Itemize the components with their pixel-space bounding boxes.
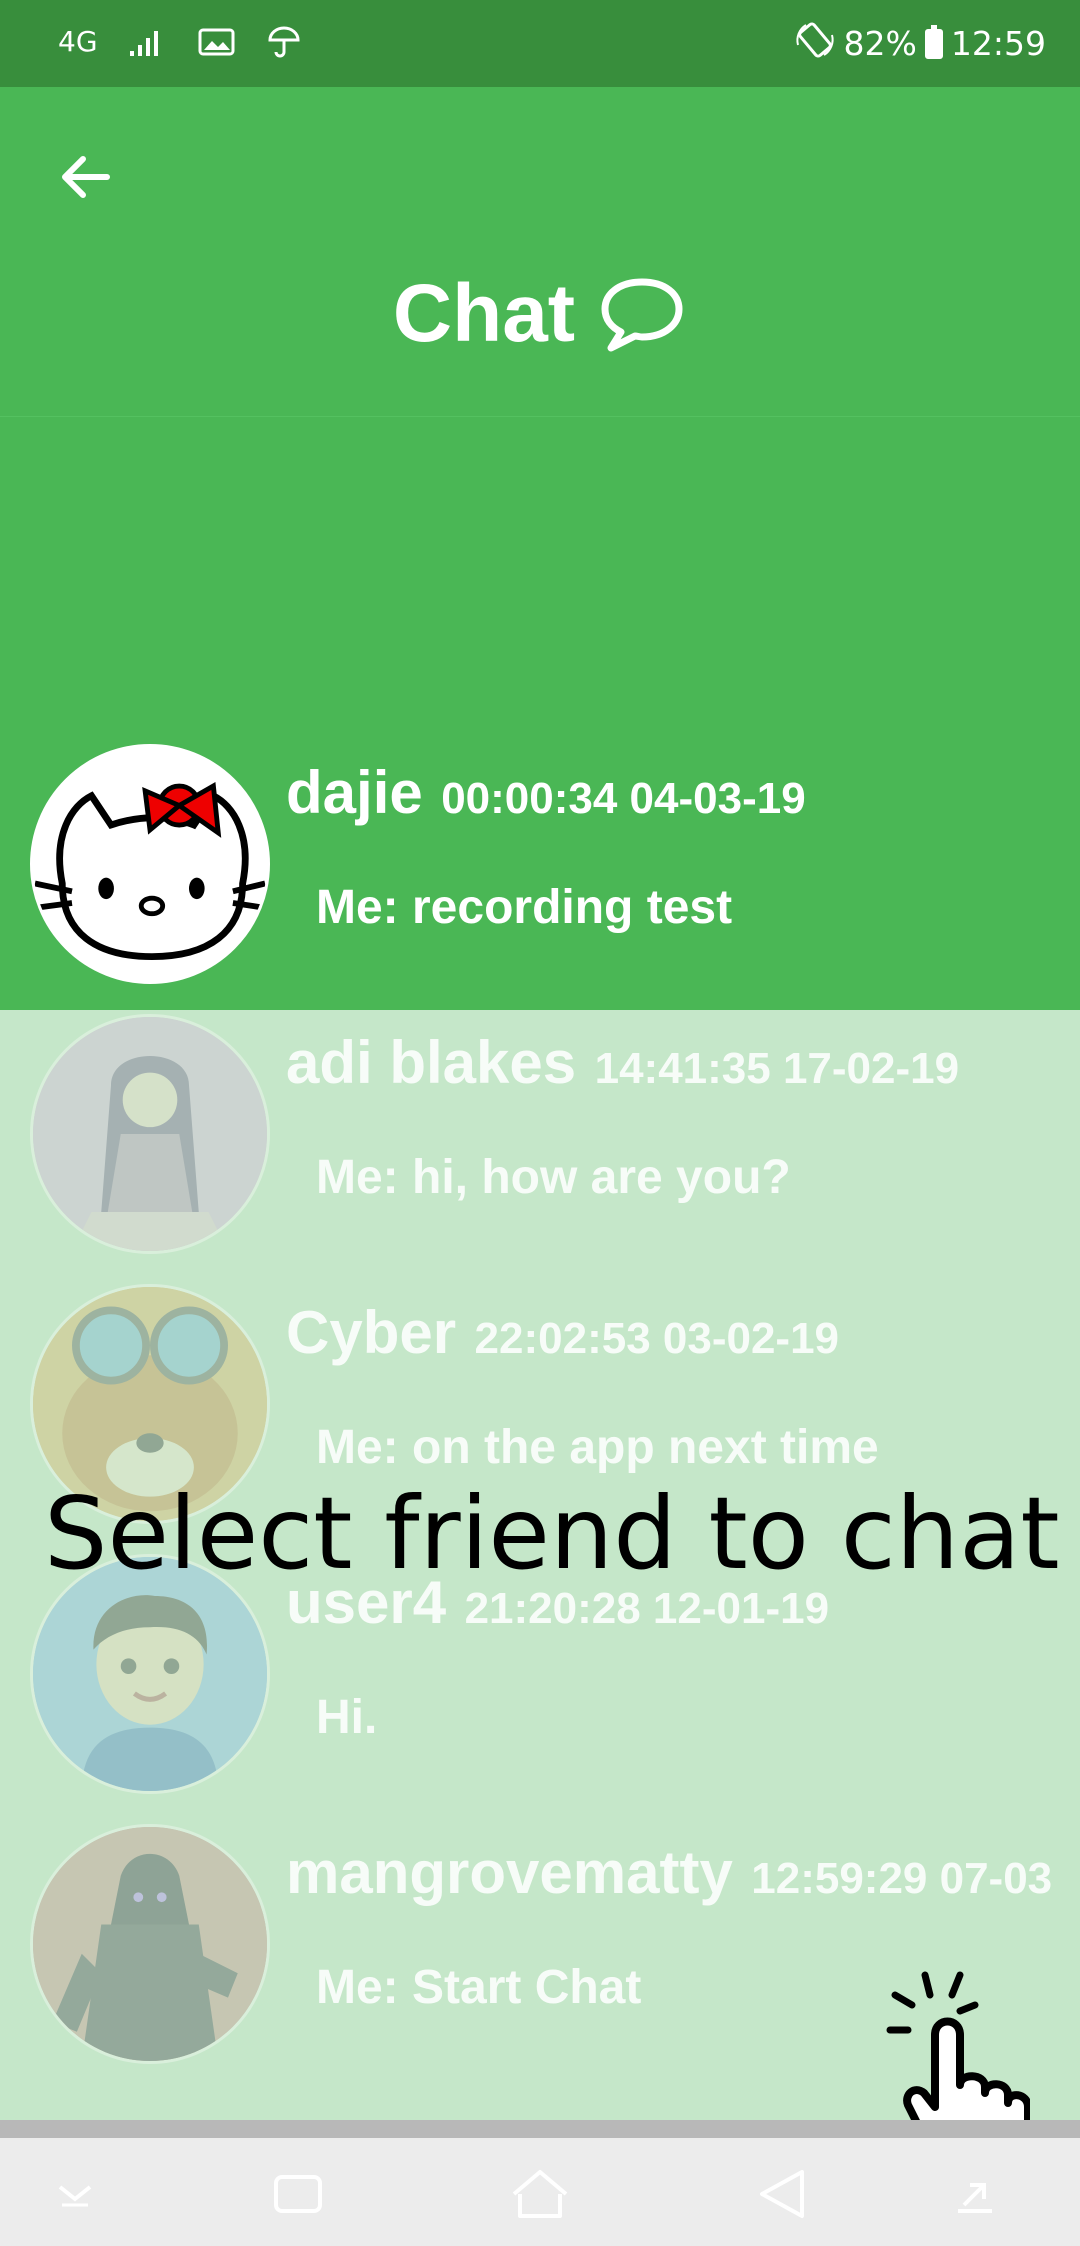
- image-icon: [198, 27, 236, 61]
- chat-timestamp: 14:41:35 17-02-19: [594, 1044, 960, 1093]
- battery-percent: 82%: [843, 24, 917, 63]
- status-bar: 4G 82% 12:59: [0, 0, 1080, 87]
- chat-header: mangrovematty 12:59:29 07-03-19: [286, 1838, 1052, 1907]
- chat-header: adi blakes 14:41:35 17-02-19: [286, 1028, 959, 1097]
- umbrella-icon: [266, 24, 302, 64]
- status-icons-left: 4G: [58, 0, 302, 87]
- select-friend-hint: Select friend to chat: [44, 1475, 1060, 1592]
- battery-icon: [924, 24, 943, 59]
- clock: 12:59: [950, 24, 1046, 63]
- chat-timestamp: 22:02:53 03-02-19: [474, 1314, 840, 1363]
- chevron-down-icon: [58, 2185, 92, 2207]
- chat-timestamp: 00:00:34 04-03-19: [441, 774, 806, 823]
- screenshot-icon: [958, 2183, 992, 2213]
- fortnite-raven-avatar: [30, 1824, 270, 2064]
- chat-name: mangrovematty: [286, 1839, 733, 1906]
- nav-screenshot-button[interactable]: [935, 2154, 1015, 2234]
- chat-header: dajie 00:00:34 04-03-19: [286, 758, 806, 827]
- chat-preview: Me: recording test: [316, 881, 733, 934]
- page-title-text: Chat: [392, 268, 576, 359]
- arrow-left-icon: [62, 156, 110, 198]
- chat-preview: Me: hi, how are you?: [316, 1151, 791, 1204]
- chat-timestamp: 12:59:29 07-03-19: [751, 1854, 1052, 1903]
- home-icon: [512, 2170, 568, 2218]
- chat-name: Cyber: [286, 1299, 457, 1366]
- chat-name: dajie: [286, 759, 423, 826]
- signal-icon: [128, 27, 168, 61]
- recents-icon: [274, 2175, 322, 2213]
- nav-hide-button[interactable]: [35, 2154, 115, 2234]
- nav-recents-button[interactable]: [258, 2154, 338, 2234]
- back-button[interactable]: [50, 142, 120, 212]
- back-triangle-icon: [760, 2170, 804, 2218]
- chat-preview: Me: Start Chat: [316, 1961, 642, 2014]
- chat-preview: Hi.: [316, 1691, 378, 1744]
- nav-back-button[interactable]: [742, 2154, 822, 2234]
- anime-girl-avatar: [30, 1014, 270, 1254]
- chat-list: dajie 00:00:34 04-03-19 Me: recording te…: [0, 740, 1080, 2120]
- speech-bubble-icon: [601, 278, 683, 352]
- chat-preview: Me: on the app next time: [316, 1421, 879, 1474]
- rotate-icon: [794, 19, 836, 69]
- app-header: Chat: [0, 87, 1080, 417]
- chat-name: adi blakes: [286, 1029, 577, 1096]
- status-icons-right: 82% 12:59: [794, 0, 1046, 87]
- system-nav-bar: [0, 2120, 1080, 2246]
- chat-item[interactable]: dajie 00:00:34 04-03-19 Me: recording te…: [0, 740, 1080, 1010]
- chat-item[interactable]: adi blakes 14:41:35 17-02-19 Me: hi, how…: [0, 1010, 1080, 1280]
- chat-header: Cyber 22:02:53 03-02-19: [286, 1298, 839, 1367]
- page-title: Chat: [0, 267, 1080, 361]
- network-type: 4G: [58, 25, 98, 58]
- hello-kitty-avatar: [30, 744, 270, 984]
- nav-home-button[interactable]: [500, 2154, 580, 2234]
